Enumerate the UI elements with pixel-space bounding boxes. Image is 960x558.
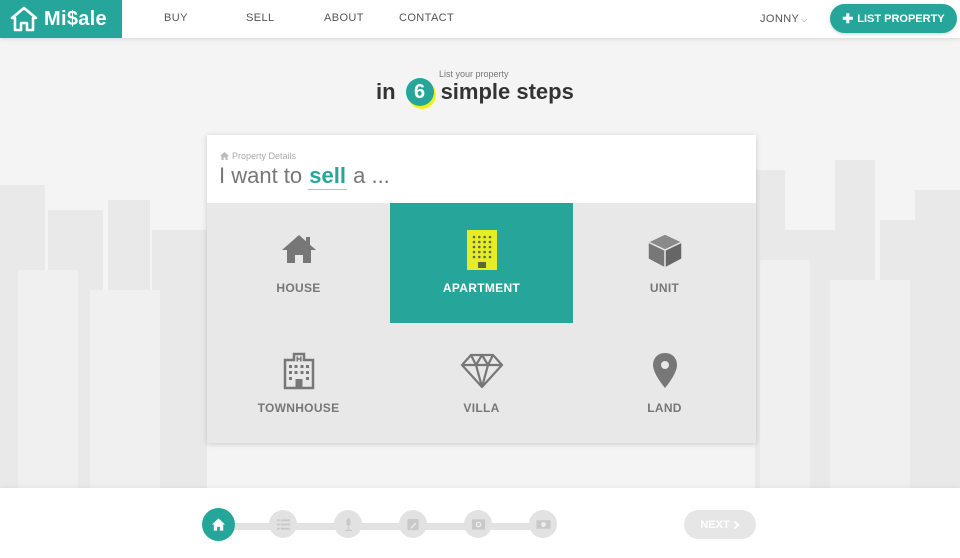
card-title: I want to sell a ... bbox=[219, 163, 390, 190]
page-headline: in 6 simple steps bbox=[376, 76, 574, 108]
house-logo-icon bbox=[10, 6, 38, 32]
step-4-description[interactable] bbox=[399, 510, 427, 538]
home-icon bbox=[211, 518, 226, 531]
list-property-button[interactable]: ✚ LIST PROPERTY bbox=[830, 4, 957, 33]
cube-icon bbox=[646, 233, 683, 269]
option-townhouse[interactable]: TOWNHOUSE bbox=[207, 323, 390, 443]
nav-sell[interactable]: SELL bbox=[246, 12, 275, 24]
title-action-highlight[interactable]: sell bbox=[308, 163, 347, 190]
breadcrumb: Property Details bbox=[220, 151, 296, 161]
progress-track bbox=[218, 523, 544, 530]
user-menu[interactable]: JONNY ⌵ bbox=[760, 13, 808, 25]
card-header: Property Details I want to sell a ... bbox=[207, 135, 756, 203]
chevron-right-icon bbox=[733, 520, 740, 529]
brand-logo[interactable]: Mi$ale bbox=[0, 0, 122, 38]
brand-name: Mi$ale bbox=[44, 7, 107, 30]
option-label: APARTMENT bbox=[442, 281, 521, 295]
townhouse-building-icon bbox=[283, 352, 314, 390]
title-suffix: a ... bbox=[353, 163, 390, 188]
step-count-badge: 6 bbox=[405, 78, 434, 106]
top-navigation-bar: Mi$ale BUY SELL ABOUT CONTACT JONNY ⌵ ✚ … bbox=[0, 0, 960, 38]
nav-buy[interactable]: BUY bbox=[164, 12, 188, 24]
list-property-label: LIST PROPERTY bbox=[857, 12, 945, 25]
option-house[interactable]: HOUSE bbox=[207, 203, 390, 323]
option-label: HOUSE bbox=[276, 281, 321, 295]
home-icon bbox=[220, 152, 229, 160]
option-label: LAND bbox=[647, 401, 682, 415]
step-1-home[interactable] bbox=[202, 508, 235, 541]
next-button[interactable]: NEXT bbox=[684, 510, 756, 539]
option-unit[interactable]: UNIT bbox=[573, 203, 756, 323]
option-land[interactable]: LAND bbox=[573, 323, 756, 443]
diamond-icon bbox=[460, 353, 503, 389]
house-icon bbox=[281, 235, 316, 263]
photo-icon bbox=[471, 518, 485, 530]
nav-contact[interactable]: CONTACT bbox=[399, 12, 454, 24]
property-type-card: Property Details I want to sell a ... HO… bbox=[207, 135, 756, 443]
chevron-down-icon: ⌵ bbox=[801, 14, 808, 24]
option-apartment[interactable]: APARTMENT bbox=[390, 203, 573, 323]
option-label: TOWNHOUSE bbox=[257, 401, 340, 415]
nav-about[interactable]: ABOUT bbox=[324, 12, 364, 24]
step-2-details[interactable] bbox=[269, 510, 297, 538]
breadcrumb-label: Property Details bbox=[232, 151, 297, 161]
map-pin-icon bbox=[652, 353, 677, 388]
apartment-building-icon bbox=[466, 230, 497, 270]
user-name: JONNY bbox=[760, 13, 800, 25]
money-icon bbox=[535, 519, 551, 529]
step-6-price[interactable] bbox=[529, 510, 557, 538]
next-label: NEXT bbox=[700, 518, 730, 531]
option-label: UNIT bbox=[649, 281, 680, 295]
list-icon bbox=[276, 518, 290, 530]
step-5-photos[interactable] bbox=[464, 510, 492, 538]
edit-icon bbox=[406, 518, 419, 530]
headline-suffix: simple steps bbox=[440, 79, 574, 104]
microphone-icon bbox=[344, 517, 352, 531]
plus-icon: ✚ bbox=[842, 11, 854, 26]
headline-prefix: in bbox=[376, 79, 396, 104]
option-label: VILLA bbox=[463, 401, 500, 415]
step-3-audio[interactable] bbox=[334, 510, 362, 538]
step-progress-footer: NEXT bbox=[0, 488, 960, 558]
option-villa[interactable]: VILLA bbox=[390, 323, 573, 443]
title-prefix: I want to bbox=[219, 163, 303, 188]
